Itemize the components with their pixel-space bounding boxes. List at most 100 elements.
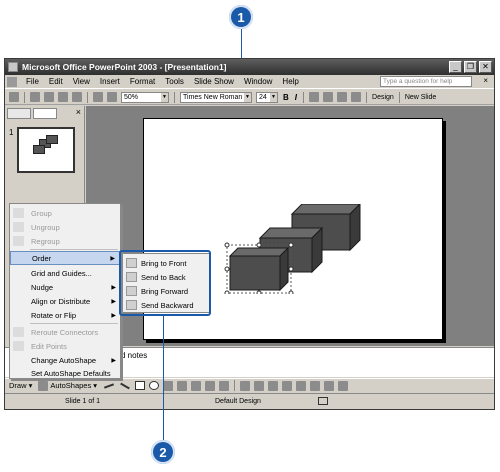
fill-color-icon[interactable] (240, 380, 251, 391)
textbox-icon[interactable] (163, 380, 174, 391)
menu-item-grid-guides[interactable]: Grid and Guides... (10, 266, 120, 280)
menu-insert[interactable]: Insert (95, 77, 125, 86)
submenu-highlight-frame (119, 250, 211, 316)
menu-item-reroute-connectors[interactable]: Reroute Connectors (10, 325, 120, 339)
menu-file[interactable]: File (21, 77, 44, 86)
italic-button[interactable]: I (295, 93, 297, 102)
close-button[interactable]: ✕ (479, 61, 492, 73)
menu-item-rotate-flip[interactable]: Rotate or Flip ▶ (10, 308, 120, 322)
draw-menu-button[interactable]: Draw ▾ (9, 381, 32, 390)
line-color-icon[interactable] (254, 380, 265, 391)
selection-handle (288, 290, 294, 294)
clipart-icon[interactable] (205, 380, 216, 391)
menu-item-label: Reroute Connectors (31, 327, 99, 337)
pane-close-icon[interactable]: × (76, 107, 81, 117)
align-left-icon[interactable] (309, 92, 320, 102)
align-center-icon[interactable] (323, 92, 334, 102)
font-color-icon[interactable] (268, 380, 279, 391)
menu-tools[interactable]: Tools (160, 77, 189, 86)
font-size-select[interactable]: 24 ▼ (256, 91, 278, 103)
selection-handle (256, 242, 262, 248)
menu-item-change-autoshape[interactable]: Change AutoShape ▶ (10, 353, 120, 367)
3d-style-icon[interactable] (338, 380, 349, 391)
menu-format[interactable]: Format (125, 77, 160, 86)
format-painter-icon[interactable] (72, 92, 82, 102)
picture-icon[interactable] (219, 380, 230, 391)
chevron-down-icon: ▼ (270, 92, 277, 102)
submenu-arrow-icon: ▶ (111, 357, 116, 364)
toolbar-separator (87, 91, 88, 103)
line-icon[interactable] (104, 382, 115, 389)
bold-button[interactable]: B (283, 93, 289, 102)
menu-item-group[interactable]: Group (10, 206, 120, 220)
select-objects-icon[interactable] (38, 380, 49, 391)
menu-separator (30, 323, 118, 324)
thumb-cube (33, 145, 45, 154)
menu-slide-show[interactable]: Slide Show (189, 77, 239, 86)
numbering-icon[interactable] (337, 92, 348, 102)
undo-icon[interactable] (93, 92, 103, 102)
arrow-style-icon[interactable] (310, 380, 321, 391)
save-icon[interactable] (9, 92, 19, 102)
rectangle-icon[interactable] (135, 381, 146, 390)
cut-icon[interactable] (30, 92, 40, 102)
menu-item-label: Group (31, 208, 52, 218)
menu-item-edit-points[interactable]: Edit Points (10, 339, 120, 353)
dash-style-icon[interactable] (296, 380, 307, 391)
menu-item-label: Grid and Guides... (31, 268, 92, 278)
menu-view[interactable]: View (68, 77, 95, 86)
selection-handle (256, 290, 262, 294)
submenu-arrow-icon: ▶ (111, 284, 116, 291)
paste-icon[interactable] (58, 92, 68, 102)
restore-button[interactable]: ❐ (464, 61, 477, 73)
menu-item-align-distribute[interactable]: Align or Distribute ▶ (10, 294, 120, 308)
submenu-arrow-icon: ▶ (111, 312, 116, 319)
slide-thumbnail[interactable] (17, 127, 75, 173)
menu-item-label: Regroup (31, 236, 60, 246)
tab-outline[interactable] (7, 108, 31, 119)
cube-front-side (279, 246, 289, 292)
line-style-icon[interactable] (282, 380, 293, 391)
menu-item-regroup[interactable]: Regroup (10, 234, 120, 248)
cube-group[interactable] (222, 204, 362, 294)
zoom-select[interactable]: 50% ▼ (121, 91, 169, 103)
selection-handle (224, 290, 230, 294)
oval-icon[interactable] (149, 381, 160, 390)
help-search-input[interactable]: Type a question for help (380, 76, 472, 87)
document-close-icon[interactable]: × (483, 76, 488, 85)
pane-tabs (7, 108, 57, 119)
menu-item-ungroup[interactable]: Ungroup (10, 220, 120, 234)
tab-slides[interactable] (33, 108, 57, 119)
window-controls: _ ❐ ✕ (449, 61, 492, 73)
submenu-arrow-icon: ▶ (111, 298, 116, 305)
menu-item-label: Rotate or Flip (31, 310, 77, 320)
app-icon (8, 62, 18, 72)
font-select[interactable]: Times New Roman ▼ (180, 91, 252, 103)
menu-edit[interactable]: Edit (44, 77, 68, 86)
menu-help[interactable]: Help (277, 77, 303, 86)
redo-icon[interactable] (107, 92, 117, 102)
design-button[interactable]: Design (372, 94, 394, 101)
menu-item-nudge[interactable]: Nudge ▶ (10, 280, 120, 294)
minimize-button[interactable]: _ (449, 61, 462, 73)
copy-icon[interactable] (44, 92, 54, 102)
spelling-status-icon (318, 397, 328, 405)
arrow-icon[interactable] (120, 382, 130, 389)
menu-item-order[interactable]: Order ▶ (10, 251, 120, 265)
regroup-icon (13, 236, 24, 246)
menu-item-label: Align or Distribute (31, 296, 91, 306)
wordart-icon[interactable] (177, 380, 188, 391)
toolbar-separator (174, 91, 175, 103)
menu-separator (30, 249, 118, 250)
menu-window[interactable]: Window (239, 77, 277, 86)
diagram-icon[interactable] (191, 380, 202, 391)
formatting-toolbar: 50% ▼ Times New Roman ▼ 24 ▼ B I Design New… (5, 90, 494, 105)
bullets-icon[interactable] (351, 92, 362, 102)
chevron-down-icon: ▼ (161, 92, 168, 102)
autoshapes-button[interactable]: AutoShapes ▾ (50, 381, 97, 390)
reroute-icon (13, 327, 24, 337)
menu-item-set-autoshape-defaults[interactable]: Set AutoShape Defaults (10, 366, 120, 380)
shadow-icon[interactable] (324, 380, 335, 391)
menu-item-label: Order (32, 253, 52, 263)
new-slide-button[interactable]: New Slide (405, 94, 437, 101)
